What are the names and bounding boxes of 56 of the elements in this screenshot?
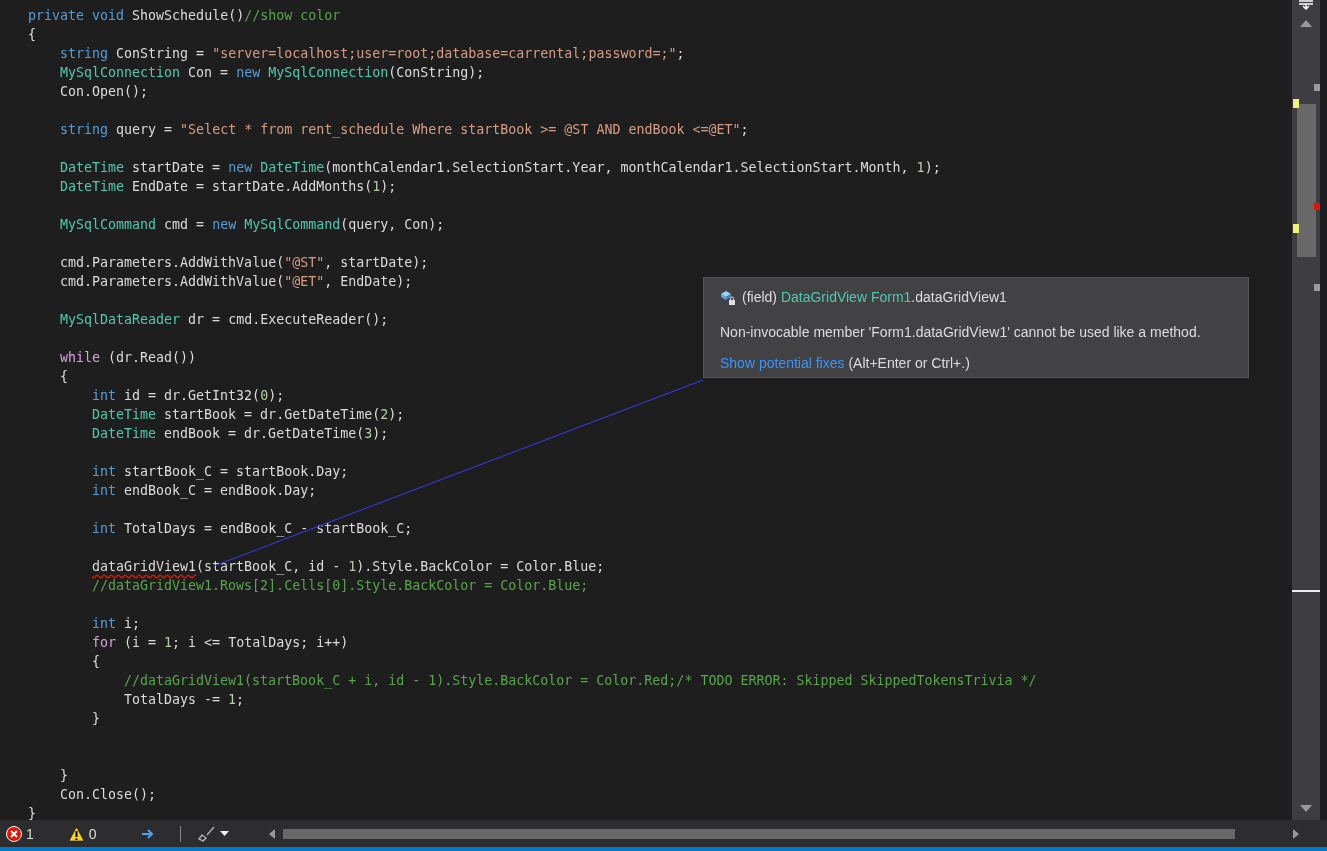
warning-count: 0 bbox=[88, 825, 97, 842]
scroll-up-icon[interactable] bbox=[1300, 20, 1312, 27]
code-line: MySqlCommand cmd = new MySqlCommand(query, Con); bbox=[60, 217, 445, 232]
code-line: cmd.Parameters.AddWithValue("@ST", startDate); bbox=[60, 255, 429, 270]
code-line: { bbox=[92, 654, 100, 669]
error-count: 1 bbox=[26, 825, 34, 842]
scroll-right-icon[interactable] bbox=[1292, 828, 1299, 839]
code-line: { bbox=[60, 369, 68, 384]
scroll-thumb[interactable] bbox=[1297, 104, 1316, 257]
code-line: Con.Open(); bbox=[60, 84, 149, 99]
code-line: TotalDays -= 1; bbox=[124, 692, 245, 707]
marker bbox=[1314, 284, 1320, 291]
code-line: int endBook_C = endBook.Day; bbox=[92, 483, 317, 498]
change-marker bbox=[1293, 99, 1299, 108]
code-line: for (i = 1; i <= TotalDays; i++) bbox=[92, 635, 349, 650]
code-line: } bbox=[92, 711, 100, 726]
scroll-down-icon[interactable] bbox=[1300, 805, 1312, 812]
caret-icon[interactable] bbox=[219, 831, 229, 836]
error-icon[interactable] bbox=[6, 825, 22, 842]
code-line: DateTime startBook = dr.GetDateTime(2); bbox=[92, 407, 405, 422]
code-line: string query = "Select * from rent_schedule Where startBook >= @ST AND endBook <=@ET"; bbox=[60, 122, 749, 137]
vertical-scrollbar[interactable] bbox=[1292, 0, 1320, 820]
tooltip-signature: (field) DataGridView Form1.dataGridView1 bbox=[742, 289, 1007, 305]
code-line: //dataGridView1.Rows[2].Cells[0].Style.BackColor = Color.Blue; bbox=[92, 578, 589, 593]
code-line: DateTime endBook = dr.GetDateTime(3); bbox=[92, 426, 389, 441]
code-line: int id = dr.GetInt32(0); bbox=[92, 388, 285, 403]
code-line: dataGridView1(startBook_C, id - 1).Style.BackColor = Color.Blue; bbox=[92, 559, 605, 574]
code-line: //dataGridView1(startBook_C + i, id - 1).Style.BackColor = Color.Red;/* TODO ERROR: Skipped SkippedTokensTrivia */ bbox=[124, 673, 1037, 688]
shortcut-hint: (Alt+Enter or Ctrl+.) bbox=[848, 355, 970, 371]
code-line: DateTime startDate = new DateTime(monthCalendar1.SelectionStart.Year, monthCalendar1.SelectionStart.Month, 1); bbox=[60, 160, 941, 175]
code-line: MySqlConnection Con = new MySqlConnection(ConString); bbox=[60, 65, 485, 80]
caret-marker bbox=[1292, 590, 1320, 592]
code-line: } bbox=[28, 806, 36, 821]
code-line: string ConString = "server=localhost;user=root;database=carrental;password=;"; bbox=[60, 46, 685, 61]
error-message: Non-invocable member 'Form1.dataGridView1' cannot be used like a method. bbox=[720, 324, 1202, 340]
code-line: cmd.Parameters.AddWithValue("@ET", EndDate); bbox=[60, 274, 413, 289]
brush-icon[interactable] bbox=[197, 825, 216, 842]
arrow-right-icon[interactable] bbox=[140, 828, 154, 839]
marker bbox=[1314, 84, 1320, 91]
code-line: while (dr.Read()) bbox=[60, 350, 197, 365]
code-line: int startBook_C = startBook.Day; bbox=[92, 464, 349, 479]
code-line: } bbox=[60, 768, 68, 783]
code-line: Con.Close(); bbox=[60, 787, 157, 802]
code-line: int TotalDays = endBook_C - startBook_C; bbox=[92, 521, 413, 536]
code-line: DateTime EndDate = startDate.AddMonths(1); bbox=[60, 179, 397, 194]
error-marker bbox=[1314, 203, 1320, 210]
change-marker bbox=[1293, 224, 1299, 233]
show-fixes-link[interactable]: Show potential fixes bbox=[720, 355, 845, 371]
code-line: int i; bbox=[92, 616, 141, 631]
code-line: MySqlDataReader dr = cmd.ExecuteReader(); bbox=[60, 312, 389, 327]
scroll-left-icon[interactable] bbox=[268, 828, 275, 839]
code-line: { bbox=[28, 27, 36, 42]
field-icon bbox=[720, 289, 736, 305]
split-window-icon[interactable] bbox=[1297, 0, 1315, 10]
code-line: private void ShowSchedule()//show color bbox=[28, 8, 341, 23]
warning-icon[interactable] bbox=[67, 825, 85, 842]
